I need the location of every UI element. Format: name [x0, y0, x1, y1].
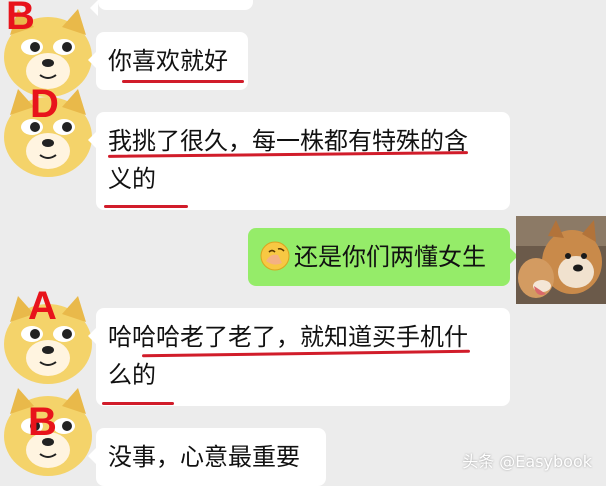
speaker-tag: B — [6, 0, 35, 38]
chat-area: B 你喜欢就好 D 我挑了很久，每一株都有特殊的含 义的 还是你们两懂女生 A … — [0, 0, 606, 486]
speaker-tag: A — [28, 284, 57, 328]
annotation-underline — [104, 205, 188, 208]
message-bubble-self[interactable]: 还是你们两懂女生 — [248, 228, 518, 286]
speaker-tag: D — [30, 82, 59, 126]
facepalm-emoji-icon — [260, 241, 290, 271]
message-text: 没事，心意最重要 — [108, 443, 300, 471]
message-bubble[interactable]: 我挑了很久，每一株都有特殊的含 义的 — [88, 112, 510, 210]
message-text-line: 义的 — [108, 165, 156, 193]
message-text-line: 么的 — [108, 361, 156, 389]
speaker-tag: B — [28, 400, 57, 444]
annotation-underline — [122, 80, 244, 83]
avatar-photo-dog[interactable] — [516, 216, 606, 304]
message-text: 你喜欢就好 — [108, 47, 228, 75]
watermark: 头条 @Easybook — [462, 452, 592, 471]
message-bubble[interactable]: 没事，心意最重要 — [88, 428, 326, 486]
message-text: 还是你们两懂女生 — [294, 243, 486, 271]
annotation-underline — [102, 402, 174, 405]
message-bubble-partial[interactable] — [90, 0, 253, 16]
